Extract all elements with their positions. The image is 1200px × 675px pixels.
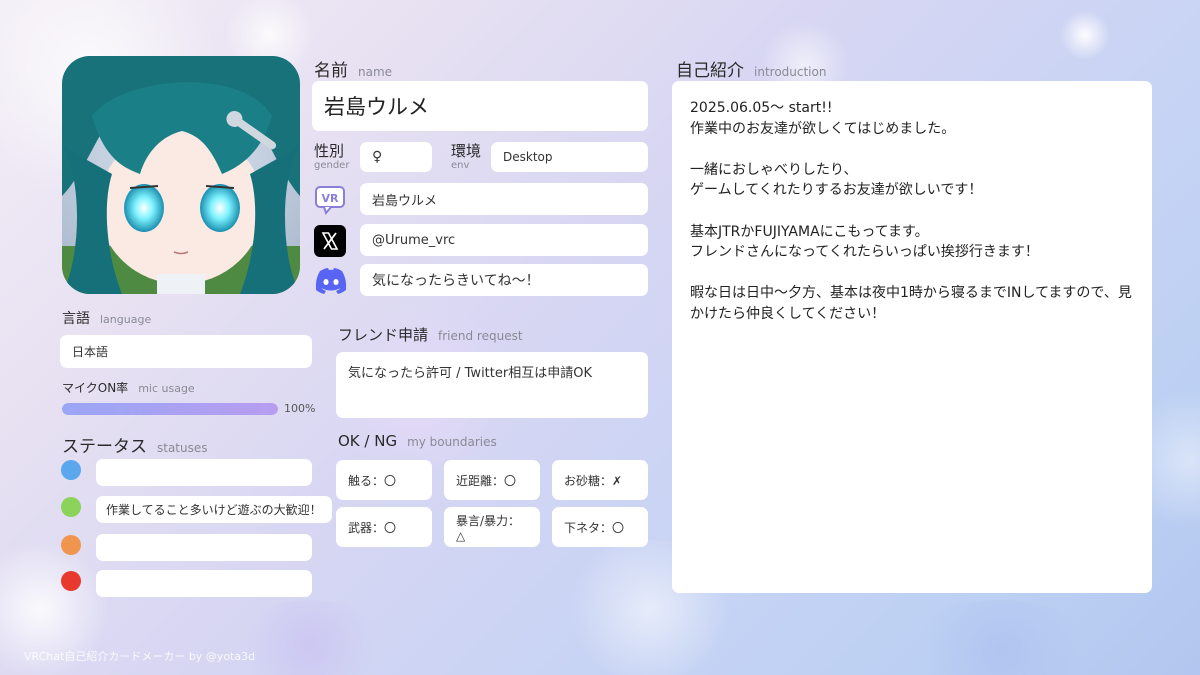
friend-request-heading: フレンド申請 <box>338 326 429 344</box>
boundary-item: 暴言/暴力：△ <box>444 507 540 547</box>
status-dot-blue <box>61 460 81 480</box>
mic-heading-en: mic usage <box>138 382 195 395</box>
language-heading-en: language <box>100 313 152 326</box>
name-heading: 名前 <box>314 61 348 81</box>
status-dot-green <box>61 497 81 517</box>
boundaries-heading: OK / NG <box>338 432 398 450</box>
status-field <box>96 459 312 486</box>
mic-heading: マイクON率 <box>62 381 129 395</box>
status-field: 作業してること多いけど遊ぶの大歓迎！ <box>96 496 332 523</box>
name-heading-en: name <box>358 65 393 79</box>
friend-request-field: 気になったら許可 / Twitter相互は申請OK <box>336 352 648 418</box>
status-field <box>96 570 312 597</box>
discord-field: 気になったらきいてね～！ <box>360 264 648 296</box>
svg-text:VR: VR <box>322 192 340 205</box>
intro-text: 2025.06.05〜 start!! 作業中のお友達が欲しくてはじめました。 … <box>690 100 1132 322</box>
status-field <box>96 534 312 561</box>
language-field: 日本語 <box>60 335 312 368</box>
env-label: 環境 env <box>451 142 482 171</box>
discord-icon <box>314 266 348 296</box>
boundary-item: 近距離：〇 <box>444 460 540 500</box>
boundary-item: 武器：〇 <box>336 507 432 547</box>
language-heading: 言語 <box>62 311 90 327</box>
statuses-heading: ステータス <box>62 437 147 457</box>
avatar-illustration <box>62 56 300 294</box>
friend-request-heading-en: friend request <box>438 329 523 343</box>
boundary-item: 下ネタ：〇 <box>552 507 648 547</box>
boundaries-heading-en: my boundaries <box>407 435 497 449</box>
status-dot-orange <box>61 535 81 555</box>
mic-percent: 100% <box>284 402 316 415</box>
vrchat-icon: VR <box>314 184 346 216</box>
mic-usage-fill <box>62 403 278 415</box>
boundary-item: お砂糖：✗ <box>552 460 648 500</box>
name-field: 岩島ウルメ <box>312 81 648 131</box>
mic-usage-bar <box>62 403 278 415</box>
statuses-heading-en: statuses <box>157 441 208 455</box>
x-icon <box>314 225 346 257</box>
vrchat-name-field: 岩島ウルメ <box>360 183 648 215</box>
intro-heading-en: introduction <box>754 65 827 79</box>
status-dot-red <box>61 571 81 591</box>
gender-field: ♀ <box>360 142 432 172</box>
intro-heading: 自己紹介 <box>676 61 744 81</box>
avatar <box>62 56 300 294</box>
env-field: Desktop <box>491 142 648 172</box>
boundary-item: 触る：〇 <box>336 460 432 500</box>
x-handle-field: @Urume_vrc <box>360 224 648 256</box>
gender-label: 性別 gender <box>314 142 350 171</box>
footer-credit: VRChat自己紹介カードメーカー by @yota3d <box>24 650 256 663</box>
